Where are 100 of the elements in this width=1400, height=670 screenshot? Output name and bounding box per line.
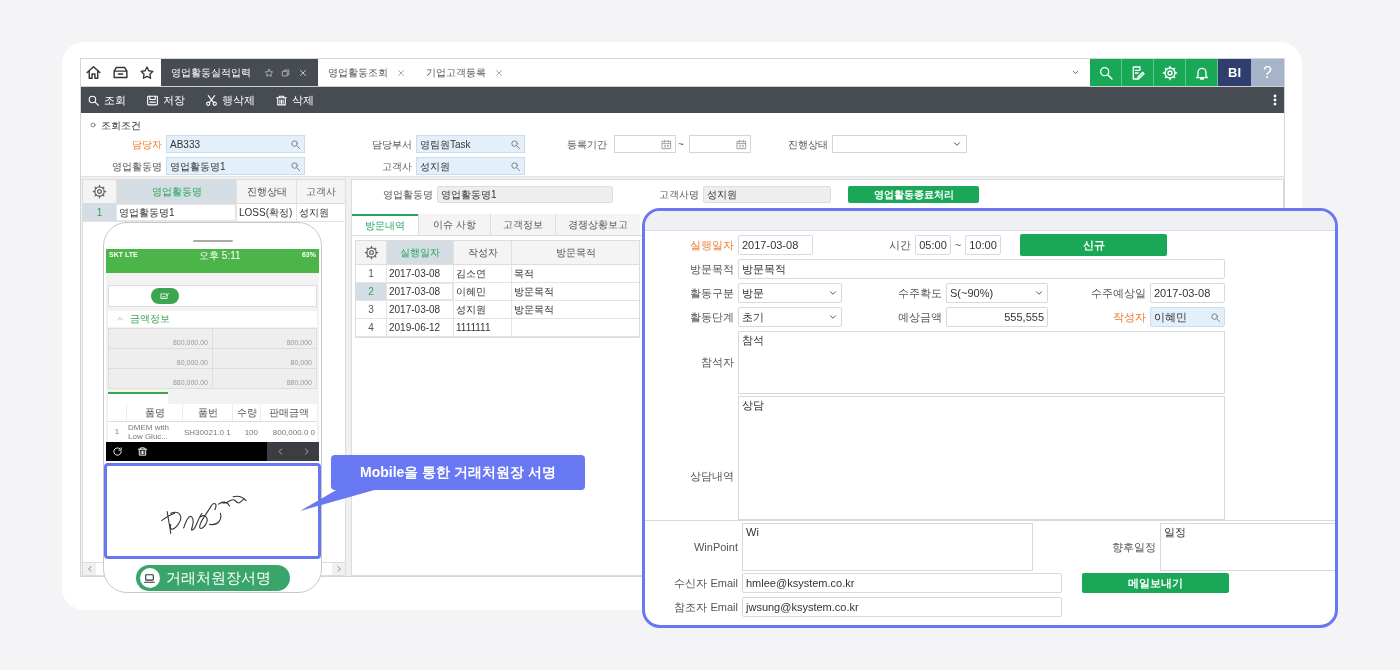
chevron-up-icon[interactable]	[116, 315, 124, 323]
field-label: WinPoint	[692, 539, 739, 555]
date-field[interactable]	[614, 135, 676, 153]
text-field[interactable]: 10:00	[965, 235, 1001, 255]
chevron-left-icon[interactable]	[275, 447, 285, 456]
search-icon[interactable]	[290, 160, 301, 172]
field-label: 활동단계	[689, 309, 735, 325]
text-field[interactable]: 555,555	[946, 307, 1048, 327]
lookup-field[interactable]: 영업활동명1	[166, 157, 305, 175]
sign-icon	[160, 291, 170, 301]
signature-pad[interactable]	[104, 463, 321, 559]
edit-button[interactable]	[1122, 59, 1154, 86]
field-label: 고객사명	[658, 187, 700, 202]
text-field[interactable]: 2017-03-08	[738, 235, 813, 255]
text-field[interactable]: 영업활동명1	[437, 185, 613, 203]
tray-icon[interactable]	[112, 64, 129, 81]
field-label: 수주예상일	[1090, 285, 1147, 301]
tab[interactable]: 기업고객등록	[416, 59, 514, 86]
column-header[interactable]: 방문목적	[511, 241, 639, 264]
clock-text: 오후 5:11	[199, 250, 241, 261]
text-area[interactable]: Wi	[742, 523, 1033, 571]
close-icon[interactable]	[494, 67, 504, 78]
refresh-icon[interactable]	[112, 446, 123, 457]
text-area[interactable]: 상담	[738, 396, 1225, 520]
search-icon[interactable]	[1210, 311, 1221, 323]
column-header: 판매금액	[260, 404, 317, 421]
lookup-field[interactable]: 성지원	[416, 157, 525, 175]
laptop-icon	[143, 571, 156, 585]
text-area[interactable]: 일정	[1160, 523, 1335, 571]
table-cell: LOSS(확정)	[236, 204, 296, 221]
user-badge[interactable]: BI	[1218, 59, 1251, 86]
settings-icon[interactable]	[363, 245, 379, 260]
close-icon[interactable]	[298, 67, 308, 78]
caret-down-icon	[828, 288, 838, 298]
chevron-right-icon	[334, 565, 343, 573]
calendar-icon[interactable]	[735, 138, 747, 150]
table-cell: 2017-03-08	[386, 265, 453, 282]
text-field[interactable]: 성지원	[703, 185, 831, 203]
toolbar-button[interactable]: 저장	[146, 91, 185, 109]
field-label: 향후일정	[1111, 539, 1157, 555]
settings-icon	[1161, 64, 1178, 81]
field-label: 수주확도	[897, 285, 943, 301]
lookup-field[interactable]: 영림원Task	[416, 135, 525, 153]
signature-label: 거래처원장서명	[135, 565, 290, 591]
table-cell: 2017-03-08	[386, 283, 453, 300]
search-icon[interactable]	[510, 160, 521, 172]
search-icon[interactable]	[510, 138, 521, 150]
section-tab[interactable]	[108, 392, 168, 404]
settings-icon[interactable]	[92, 184, 107, 199]
text-field[interactable]: 05:00	[915, 235, 951, 255]
signature-field[interactable]	[108, 285, 317, 307]
column-header[interactable]: 진행상태	[236, 180, 296, 203]
column-header[interactable]: 작성자	[453, 241, 511, 264]
text-field[interactable]: hmlee@ksystem.co.kr	[742, 573, 1062, 593]
star-icon[interactable]	[139, 64, 155, 81]
field-label: 상담내역	[689, 468, 735, 484]
trash-icon[interactable]	[137, 446, 148, 457]
table-cell: 1111111	[453, 319, 511, 336]
tab[interactable]: 경쟁상황보고	[555, 214, 640, 235]
select-field[interactable]: 초기	[738, 307, 842, 327]
field-label: 영업활동명	[382, 187, 434, 202]
range-separator: ~	[677, 137, 685, 152]
select-field[interactable]: 방문	[738, 283, 842, 303]
select-field[interactable]: S(~90%)	[946, 283, 1048, 303]
tab[interactable]: 영업활동실적입력	[161, 59, 318, 86]
field-label: 영업활동명	[111, 159, 163, 174]
column-header[interactable]: 고객사	[296, 180, 345, 203]
text-field[interactable]: jwsung@ksystem.co.kr	[742, 597, 1062, 617]
row-number: 3	[367, 303, 375, 317]
lookup-field[interactable]: AB333	[166, 135, 305, 153]
notification-button[interactable]	[1186, 59, 1218, 86]
field-label: 담당자	[131, 137, 163, 152]
search-icon	[1097, 64, 1114, 81]
scroll-right-button[interactable]	[332, 563, 345, 575]
field-label: 등록기간	[566, 137, 608, 152]
column-header: 품명	[126, 404, 182, 421]
tab[interactable]: 이슈 사항	[418, 214, 490, 235]
caret-down-icon[interactable]	[1071, 68, 1080, 77]
scroll-left-button[interactable]	[83, 563, 96, 575]
text-area[interactable]: 참석	[738, 331, 1225, 394]
home-icon[interactable]	[85, 64, 102, 81]
lookup-field[interactable]: 이혜민	[1150, 307, 1225, 327]
tab[interactable]: 고객정보	[490, 214, 555, 235]
toolbar-button[interactable]: 조회	[87, 91, 126, 109]
search-button[interactable]	[1090, 59, 1122, 86]
toolbar-button[interactable]: 삭제	[275, 91, 314, 109]
restore-icon[interactable]	[281, 67, 291, 78]
table-cell: 2019-06-12	[386, 319, 453, 336]
settings-button[interactable]	[1154, 59, 1186, 86]
date-field[interactable]	[688, 135, 751, 153]
field-label: 예상금액	[897, 309, 943, 325]
sign-button[interactable]	[151, 288, 179, 304]
toolbar-button[interactable]: 행삭제	[205, 91, 255, 109]
star-icon[interactable]	[264, 67, 274, 78]
tab[interactable]: 영업활동조회	[318, 59, 416, 86]
text-field[interactable]: 2017-03-08	[1150, 283, 1225, 303]
calendar-icon[interactable]	[661, 138, 672, 150]
text-field[interactable]: 방문목적	[738, 259, 1225, 279]
search-icon[interactable]	[290, 138, 301, 150]
close-icon[interactable]	[396, 67, 406, 78]
